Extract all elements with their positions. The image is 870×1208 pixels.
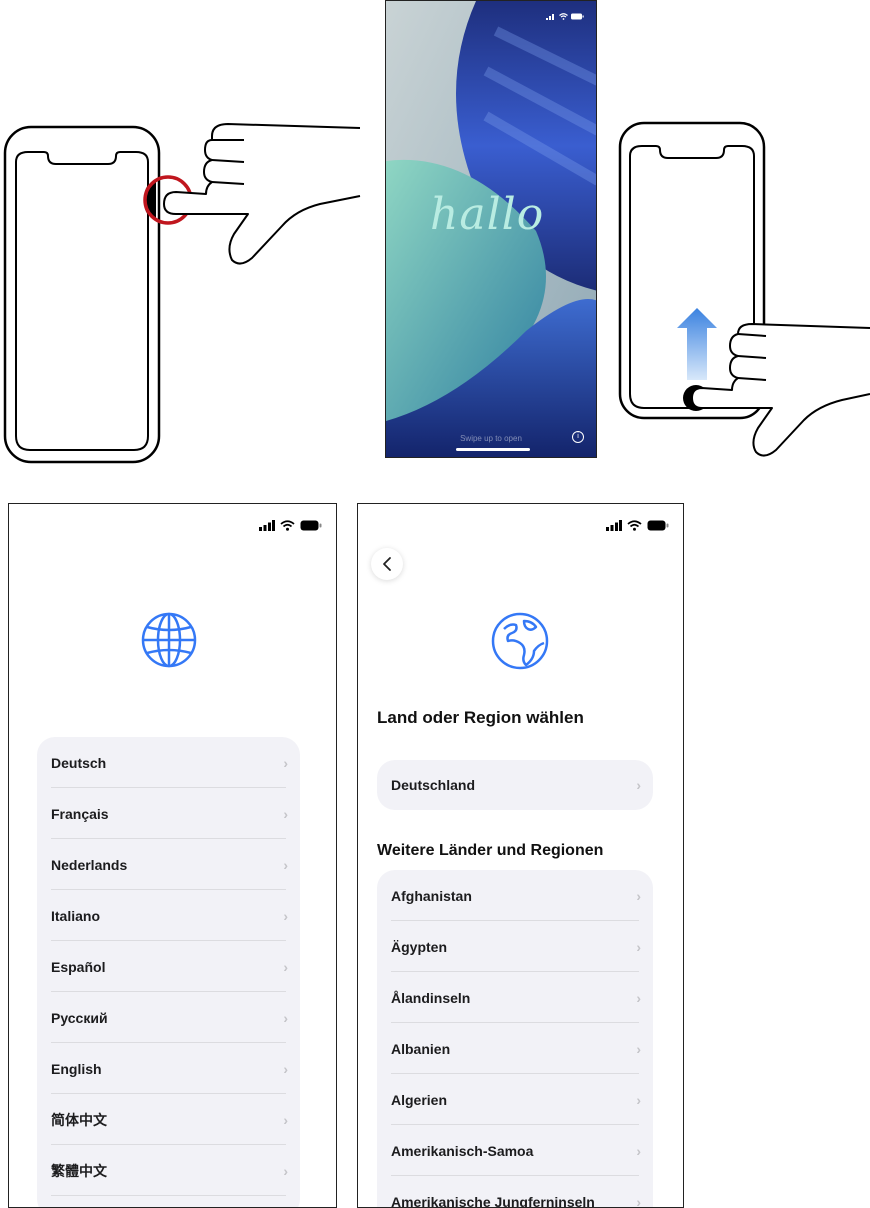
chevron-right-icon: ›: [636, 1143, 641, 1159]
status-bar: [606, 520, 669, 531]
page-title: Land oder Region wählen: [377, 708, 584, 728]
chevron-right-icon: ›: [636, 888, 641, 904]
region-selection-screen: Land oder Region wählen Deutschland › Wei…: [357, 503, 684, 1208]
language-label: 繁體中文: [51, 1161, 107, 1181]
chevron-right-icon: ›: [636, 990, 641, 1006]
region-label: Amerikanische Jungferninseln: [391, 1194, 595, 1208]
language-label: Español: [51, 959, 105, 975]
language-list: Deutsch › Français › Nederlands › Italiano ›…: [37, 737, 300, 1208]
chevron-right-icon: ›: [283, 806, 288, 822]
row-divider: [51, 1195, 286, 1196]
language-row-english[interactable]: English ›: [37, 1043, 300, 1094]
chevron-right-icon: ›: [283, 755, 288, 771]
language-label: Deutsch: [51, 755, 106, 771]
region-row[interactable]: Ägypten ›: [377, 921, 653, 972]
language-label: Русский: [51, 1010, 108, 1026]
language-label: English: [51, 1061, 102, 1077]
chevron-right-icon: ›: [283, 959, 288, 975]
region-label: Amerikanisch-Samoa: [391, 1143, 533, 1159]
lock-screen: hallo Swipe up to open i: [385, 0, 597, 458]
region-list: Afghanistan › Ägypten › Ålandinseln › Alban…: [377, 870, 653, 1208]
chevron-right-icon: ›: [283, 1163, 288, 1179]
chevron-right-icon: ›: [283, 857, 288, 873]
language-label: 简体中文: [51, 1110, 107, 1130]
wifi-icon: [559, 13, 568, 20]
chevron-right-icon: ›: [636, 1092, 641, 1108]
region-row-deutschland[interactable]: Deutschland ›: [377, 760, 653, 810]
chevron-right-icon: ›: [636, 939, 641, 955]
language-row-russian[interactable]: Русский ›: [37, 992, 300, 1043]
battery-icon: [571, 13, 584, 20]
phone-outline: [5, 127, 159, 462]
language-row-nederlands[interactable]: Nederlands ›: [37, 839, 300, 890]
language-label: Italiano: [51, 908, 100, 924]
swipe-hint: Swipe up to open: [386, 434, 596, 443]
language-label: Nederlands: [51, 857, 127, 873]
language-row-francais[interactable]: Français ›: [37, 788, 300, 839]
hallo-greeting: hallo: [430, 189, 544, 240]
region-label: Afghanistan: [391, 888, 472, 904]
chevron-right-icon: ›: [636, 1194, 641, 1208]
status-bar: [546, 13, 584, 20]
language-row-italiano[interactable]: Italiano ›: [37, 890, 300, 941]
region-row[interactable]: Algerien ›: [377, 1074, 653, 1125]
suggested-region-card: Deutschland ›: [377, 760, 653, 810]
phone-inner-outline: [16, 152, 148, 450]
signal-icon: [606, 520, 622, 531]
signal-icon: [546, 13, 556, 20]
region-label: Deutschland: [391, 777, 475, 793]
status-bar: [259, 520, 322, 531]
earth-icon: [490, 611, 550, 671]
language-row-simplified-chinese[interactable]: 简体中文 ›: [37, 1094, 300, 1145]
language-row-deutsch[interactable]: Deutsch ›: [37, 737, 300, 788]
region-row[interactable]: Amerikanisch-Samoa ›: [377, 1125, 653, 1176]
region-row[interactable]: Ålandinseln ›: [377, 972, 653, 1023]
home-indicator[interactable]: [456, 448, 530, 451]
region-row[interactable]: Albanien ›: [377, 1023, 653, 1074]
battery-icon: [300, 520, 322, 531]
info-icon[interactable]: i: [572, 431, 584, 443]
chevron-right-icon: ›: [283, 1112, 288, 1128]
hand-icon: [164, 124, 360, 264]
region-label: Algerien: [391, 1092, 447, 1108]
region-label: Albanien: [391, 1041, 450, 1057]
hand-icon: [692, 324, 870, 456]
swipe-arrow-icon: [677, 308, 717, 380]
chevron-left-icon: [382, 556, 392, 572]
signal-icon: [259, 520, 275, 531]
chevron-right-icon: ›: [636, 777, 641, 793]
press-side-button-illustration: [0, 110, 370, 465]
wifi-icon: [280, 520, 295, 531]
back-button[interactable]: [371, 548, 403, 580]
section-heading: Weitere Länder und Regionen: [377, 842, 603, 860]
region-row[interactable]: Afghanistan ›: [377, 870, 653, 921]
language-row-traditional-chinese[interactable]: 繁體中文 ›: [37, 1145, 300, 1196]
region-label: Ägypten: [391, 939, 447, 955]
chevron-right-icon: ›: [636, 1041, 641, 1057]
language-row-espanol[interactable]: Español ›: [37, 941, 300, 992]
swipe-up-illustration: [612, 118, 870, 470]
globe-icon: [140, 611, 198, 669]
chevron-right-icon: ›: [283, 1010, 288, 1026]
language-selection-screen: Deutsch › Français › Nederlands › Italiano ›…: [8, 503, 337, 1208]
chevron-right-icon: ›: [283, 908, 288, 924]
region-row[interactable]: Amerikanische Jungferninseln ›: [377, 1176, 653, 1208]
chevron-right-icon: ›: [283, 1061, 288, 1077]
wifi-icon: [627, 520, 642, 531]
language-label: Français: [51, 806, 109, 822]
battery-icon: [647, 520, 669, 531]
region-label: Ålandinseln: [391, 990, 470, 1006]
